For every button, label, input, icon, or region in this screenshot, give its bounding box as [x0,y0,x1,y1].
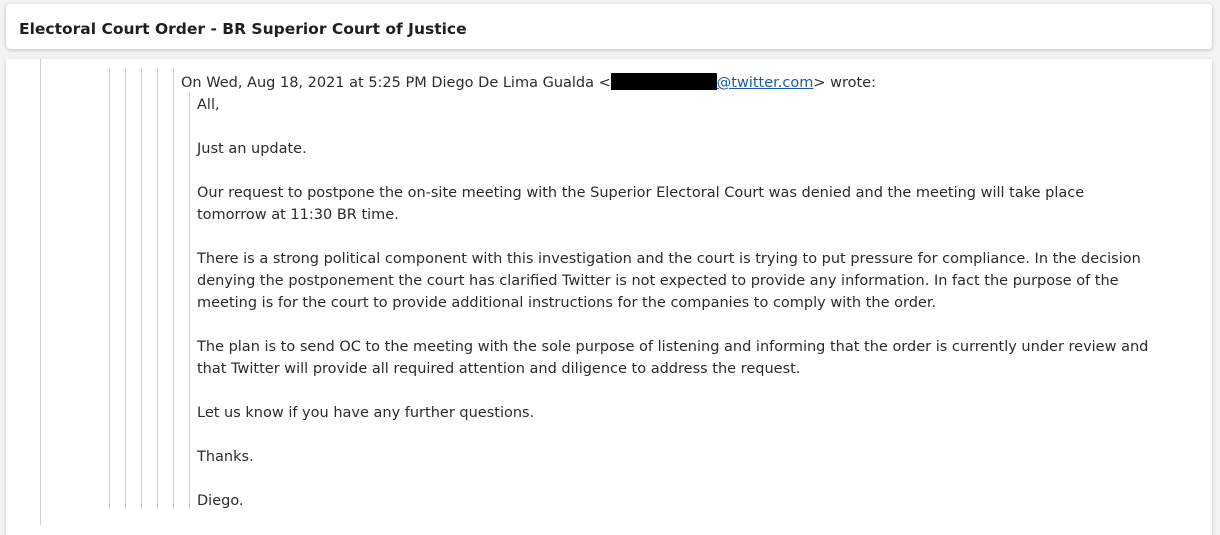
quote-bar [157,68,158,509]
message-paragraph: The plan is to send OC to the meeting wi… [197,339,1149,377]
email-view: Electoral Court Order - BR Superior Cour… [0,0,1220,535]
quote-bar [40,59,41,525]
sender-email-link[interactable]: @twitter.com [717,75,814,91]
quote-bar [189,92,190,509]
message-paragraph: There is a strong political component wi… [197,251,1141,311]
quote-bar [141,68,142,509]
quote-attribution-prefix: On Wed, Aug 18, 2021 at 5:25 PM Diego De… [181,75,611,91]
quote-attribution: On Wed, Aug 18, 2021 at 5:25 PM Diego De… [181,73,876,92]
message-paragraph: All, [197,97,220,113]
quote-bar [125,68,126,509]
quote-bar [109,68,110,509]
email-subject: Electoral Court Order - BR Superior Cour… [19,20,467,38]
message-text: All, Just an update. Our request to post… [197,94,1157,512]
redaction-bar [610,73,717,90]
quote-bar [173,68,174,509]
quote-attribution-suffix: > wrote: [813,75,876,91]
message-signature: Diego. [197,493,244,509]
message-paragraph: Just an update. [197,141,307,157]
message-paragraph: Let us know if you have any further ques… [197,405,535,421]
message-paragraph: Thanks. [197,449,254,465]
subject-header: Electoral Court Order - BR Superior Cour… [6,4,1212,49]
message-paragraph: Our request to postpone the on-site meet… [197,185,1085,223]
